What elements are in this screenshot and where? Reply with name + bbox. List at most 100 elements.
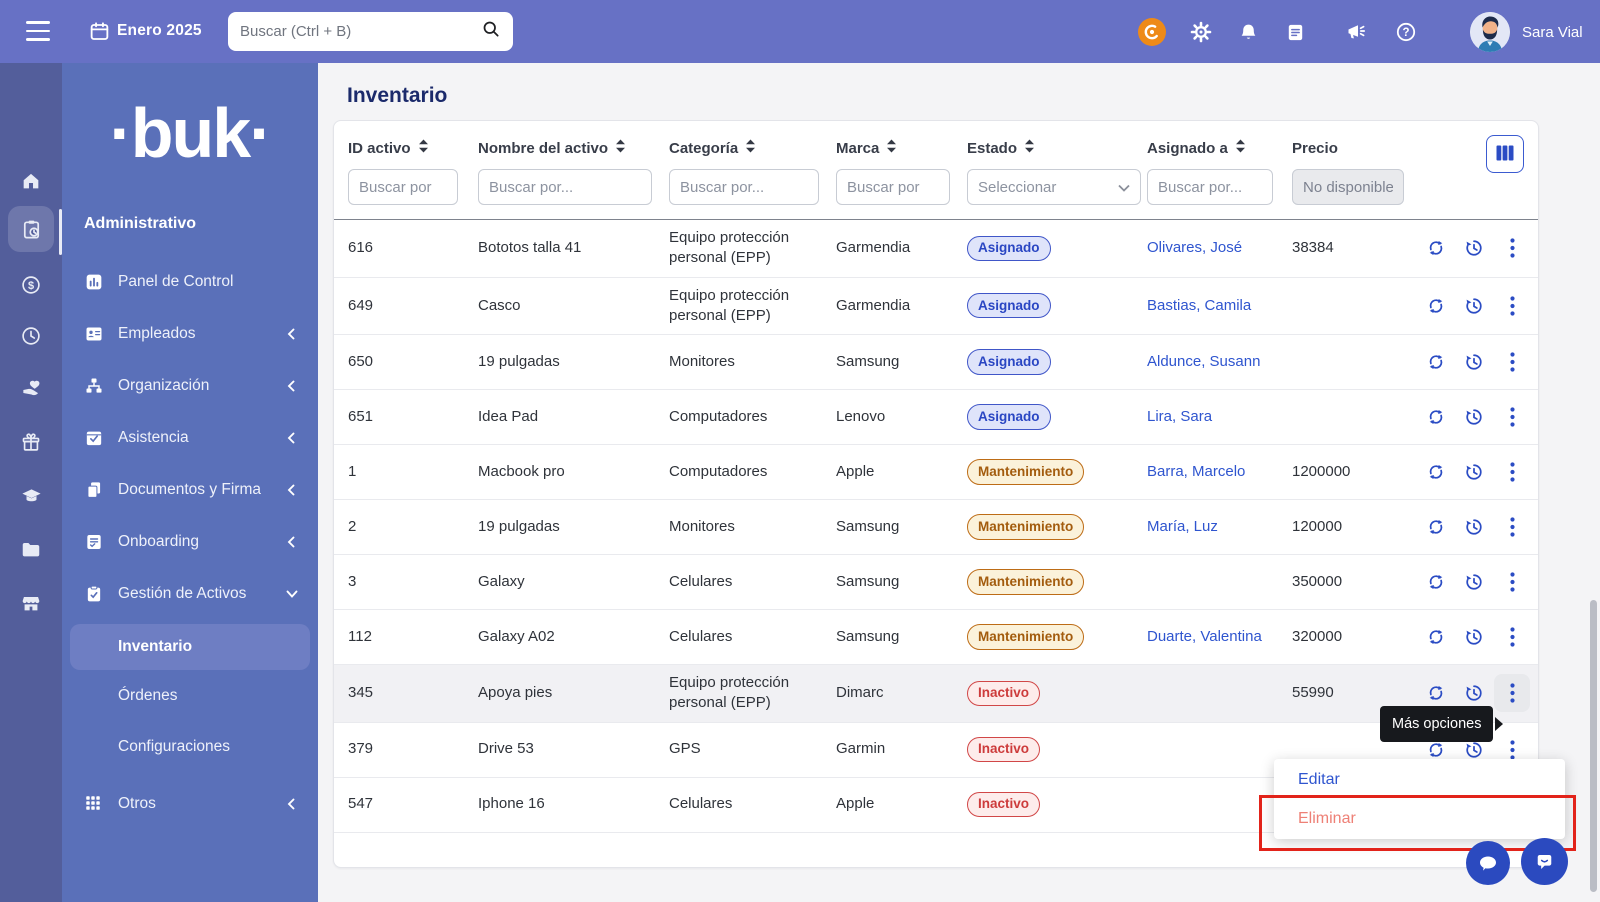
- sidebar-item-gestion-de-activos[interactable]: Gestión de Activos: [62, 568, 318, 620]
- settings-icon[interactable]: [1189, 20, 1213, 44]
- search-icon[interactable]: [481, 19, 501, 44]
- more-options-icon[interactable]: [1494, 618, 1530, 656]
- filter-id-input[interactable]: [348, 169, 458, 205]
- sidebar-subitem-ordenes[interactable]: Órdenes: [62, 670, 318, 721]
- header-marca[interactable]: Marca: [836, 139, 967, 157]
- support-chat-button[interactable]: [1521, 838, 1568, 885]
- column-settings-button[interactable]: [1486, 135, 1524, 173]
- history-icon[interactable]: [1456, 398, 1492, 436]
- sidebar-item-asistencia[interactable]: Asistencia: [62, 412, 318, 464]
- global-search[interactable]: [228, 12, 513, 51]
- more-options-icon[interactable]: [1494, 343, 1530, 381]
- home-icon[interactable]: [0, 159, 62, 203]
- assigned-person-link[interactable]: Duarte, Valentina: [1147, 628, 1262, 645]
- status-badge: Inactivo: [967, 736, 1041, 763]
- gifts-icon[interactable]: [0, 421, 62, 465]
- cell-brand: Garmin: [836, 740, 886, 758]
- filter-brand-input[interactable]: [836, 169, 950, 205]
- header-categoria[interactable]: Categoría: [669, 139, 836, 157]
- sort-icon[interactable]: [1024, 139, 1035, 157]
- menu-item-editar[interactable]: Editar: [1274, 760, 1565, 799]
- assigned-person-link[interactable]: Barra, Marcelo: [1147, 463, 1245, 480]
- sidebar-item-panel-de-control[interactable]: Panel de Control: [62, 256, 318, 308]
- more-options-icon[interactable]: [1494, 398, 1530, 436]
- marketplace-icon[interactable]: [0, 581, 62, 625]
- filter-status-select[interactable]: Seleccionar: [967, 169, 1141, 205]
- history-icon[interactable]: [1456, 453, 1492, 491]
- header-asignado-a[interactable]: Asignado a: [1147, 139, 1292, 157]
- history-icon[interactable]: [1456, 508, 1492, 546]
- filter-assigned-input[interactable]: [1147, 169, 1273, 205]
- grid-icon: [84, 794, 104, 814]
- assistant-icon[interactable]: [1138, 18, 1166, 46]
- buk-logo: ·buk·: [109, 94, 272, 172]
- reassign-icon[interactable]: [1418, 287, 1454, 325]
- reassign-icon[interactable]: [1418, 563, 1454, 601]
- vertical-scrollbar[interactable]: [1590, 600, 1597, 892]
- avatar[interactable]: [1470, 12, 1510, 52]
- time-icon[interactable]: [0, 314, 62, 358]
- sort-icon[interactable]: [886, 139, 897, 157]
- history-icon[interactable]: [1456, 287, 1492, 325]
- cell-price: 38384: [1292, 239, 1334, 257]
- announcements-icon[interactable]: [1344, 20, 1368, 44]
- assigned-person-link[interactable]: Bastias, Camila: [1147, 297, 1251, 314]
- history-icon[interactable]: [1456, 563, 1492, 601]
- sort-icon[interactable]: [1235, 139, 1246, 157]
- sort-icon[interactable]: [745, 139, 756, 157]
- assigned-person-link[interactable]: Aldunce, Susann: [1147, 353, 1260, 370]
- header-estado[interactable]: Estado: [967, 139, 1147, 157]
- sidebar-subitem-inventario[interactable]: Inventario: [70, 624, 310, 670]
- sidebar-subitem-configuraciones[interactable]: Configuraciones: [62, 721, 318, 772]
- asset-management-icon[interactable]: [0, 207, 62, 251]
- chevron-left-icon: [285, 797, 298, 811]
- more-options-icon[interactable]: [1494, 674, 1530, 713]
- cell-brand: Samsung: [836, 352, 900, 370]
- sidebar-item-onboarding[interactable]: Onboarding: [62, 516, 318, 568]
- header-id-activo[interactable]: ID activo: [348, 139, 478, 157]
- help-icon[interactable]: ?: [1394, 20, 1418, 44]
- chat-bubble-button[interactable]: [1466, 841, 1510, 885]
- reassign-icon[interactable]: [1418, 229, 1454, 267]
- chevron-left-icon: [285, 379, 298, 393]
- reassign-icon[interactable]: [1418, 508, 1454, 546]
- reassign-icon[interactable]: [1418, 453, 1454, 491]
- reassign-icon[interactable]: [1418, 618, 1454, 656]
- notifications-icon[interactable]: [1236, 20, 1260, 44]
- assigned-person-link[interactable]: Olivares, José: [1147, 239, 1242, 256]
- sidebar-item-organizacion[interactable]: Organización: [62, 360, 318, 412]
- sort-icon[interactable]: [615, 139, 626, 157]
- filter-name-input[interactable]: [478, 169, 652, 205]
- more-options-icon[interactable]: [1494, 287, 1530, 325]
- more-options-icon[interactable]: [1494, 563, 1530, 601]
- period-selector[interactable]: Enero 2025: [117, 22, 202, 40]
- more-options-icon[interactable]: [1494, 229, 1530, 267]
- assigned-person-link[interactable]: María, Luz: [1147, 518, 1218, 535]
- sort-icon[interactable]: [418, 139, 429, 157]
- reassign-icon[interactable]: [1418, 343, 1454, 381]
- assigned-person-link[interactable]: Lira, Sara: [1147, 408, 1212, 425]
- cell-price: 55990: [1292, 684, 1334, 702]
- sidebar-item-otros[interactable]: Otros: [62, 778, 318, 830]
- folder-icon[interactable]: [0, 528, 62, 572]
- sidebar-item-empleados[interactable]: Empleados: [62, 308, 318, 360]
- history-icon[interactable]: [1456, 343, 1492, 381]
- filter-category-input[interactable]: [669, 169, 819, 205]
- cell-asset-id: 345: [348, 684, 374, 702]
- search-input[interactable]: [240, 23, 481, 40]
- training-icon[interactable]: [0, 474, 62, 518]
- sidebar-item-documentos-y-firma[interactable]: Documentos y Firma: [62, 464, 318, 516]
- more-options-icon[interactable]: [1494, 453, 1530, 491]
- history-icon[interactable]: [1456, 618, 1492, 656]
- header-nombre-del-activo[interactable]: Nombre del activo: [478, 139, 669, 157]
- more-options-icon[interactable]: [1494, 508, 1530, 546]
- attendance-icon: [84, 428, 104, 448]
- table-row: 650 19 pulgadas Monitores Samsung Asignado Al…: [334, 335, 1538, 390]
- history-icon[interactable]: [1456, 229, 1492, 267]
- benefits-icon[interactable]: [0, 366, 62, 410]
- menu-icon[interactable]: [26, 21, 50, 41]
- documents-icon[interactable]: [1283, 20, 1307, 44]
- payroll-icon[interactable]: $: [0, 263, 62, 307]
- reassign-icon[interactable]: [1418, 398, 1454, 436]
- table-body: 616 Bototos talla 41 Equipo protección per…: [334, 220, 1538, 833]
